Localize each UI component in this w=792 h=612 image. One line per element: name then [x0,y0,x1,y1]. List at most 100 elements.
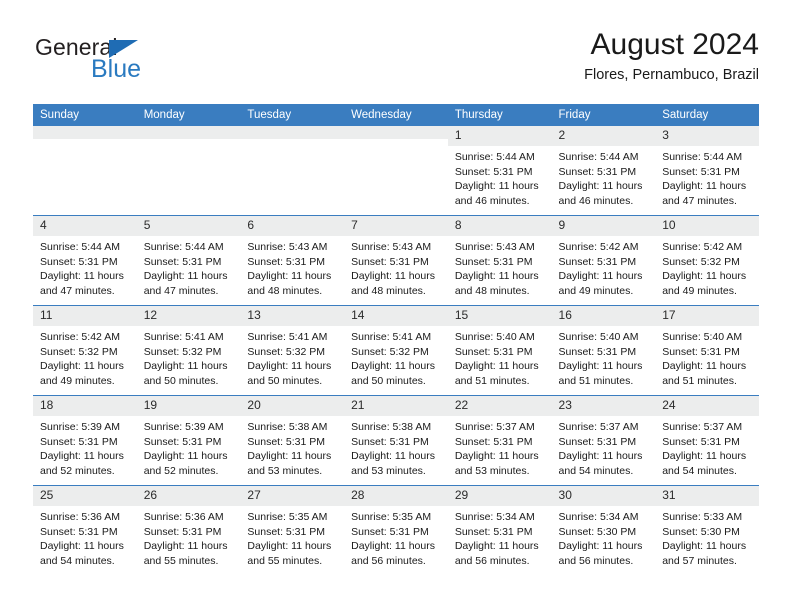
day-details: Sunrise: 5:37 AM Sunset: 5:31 PM Daylight:… [448,416,552,480]
sunrise-text: Sunrise: 5:41 AM [247,330,328,343]
day-cell[interactable]: 8 Sunrise: 5:43 AM Sunset: 5:31 PM Daylight… [447,215,552,306]
day-details: Sunrise: 5:44 AM Sunset: 5:31 PM Daylight:… [655,146,759,210]
sunrise-text: Sunrise: 5:40 AM [454,330,535,343]
general-blue-logo[interactable]: General Blue [33,32,253,92]
day-details: Sunrise: 5:33 AM Sunset: 5:30 PM Daylight:… [655,506,759,570]
day-cell[interactable]: 17 Sunrise: 5:40 AM Sunset: 5:31 PM Dayligh… [655,305,759,396]
day-cell[interactable]: 3 Sunrise: 5:44 AM Sunset: 5:31 PM Daylight… [655,126,759,216]
day-cell[interactable]: 15 Sunrise: 5:40 AM Sunset: 5:31 PM Dayligh… [447,305,552,396]
daylight-text-line1: Daylight: 11 hours [454,180,539,193]
day-details: Sunrise: 5:41 AM Sunset: 5:32 PM Daylight:… [344,326,448,390]
sunrise-text: Sunrise: 5:39 AM [40,420,120,433]
day-cell[interactable]: 23 Sunrise: 5:37 AM Sunset: 5:31 PM Dayligh… [551,395,656,486]
daylight-text-line1: Daylight: 11 hours [351,270,435,283]
sunset-text: Sunset: 5:32 PM [351,345,429,358]
daylight-text-line1: Daylight: 11 hours [247,450,332,463]
day-cell[interactable]: 20 Sunrise: 5:38 AM Sunset: 5:31 PM Dayligh… [240,395,345,486]
day-number: 14 [344,306,448,326]
day-cell[interactable]: 6 Sunrise: 5:43 AM Sunset: 5:31 PM Daylight… [240,215,345,306]
day-details: Sunrise: 5:43 AM Sunset: 5:31 PM Daylight:… [344,236,448,300]
sunset-text: Sunset: 5:32 PM [247,345,326,358]
day-cell[interactable]: 14 Sunrise: 5:41 AM Sunset: 5:32 PM Dayligh… [344,305,448,396]
daylight-text-line2: and 47 minutes. [143,285,219,298]
day-details: Sunrise: 5:44 AM Sunset: 5:31 PM Daylight:… [137,236,241,300]
sunrise-text: Sunrise: 5:41 AM [351,330,432,343]
day-details: Sunrise: 5:34 AM Sunset: 5:30 PM Daylight:… [552,506,656,570]
daylight-text-line2: and 48 minutes. [351,285,426,298]
day-cell[interactable]: 4 Sunrise: 5:44 AM Sunset: 5:31 PM Daylight… [33,215,137,306]
weekday-header-friday: Friday [551,104,656,126]
day-number: 20 [240,396,345,416]
sunrise-text: Sunrise: 5:33 AM [662,510,743,523]
day-number: 15 [447,306,552,326]
daylight-text-line2: and 55 minutes. [247,555,323,568]
calendar-table: Sunday Monday Tuesday Wednesday Thursday… [33,104,759,575]
day-number: 16 [551,306,656,326]
day-number: 27 [240,486,345,506]
day-number [240,126,345,139]
day-details: Sunrise: 5:40 AM Sunset: 5:31 PM Daylight:… [552,326,656,390]
day-cell[interactable]: 10 Sunrise: 5:42 AM Sunset: 5:32 PM Dayligh… [655,215,759,306]
day-cell[interactable]: 13 Sunrise: 5:41 AM Sunset: 5:32 PM Dayligh… [240,305,345,396]
sunset-text: Sunset: 5:31 PM [454,345,533,358]
day-cell[interactable]: 1 Sunrise: 5:44 AM Sunset: 5:31 PM Daylight… [447,126,552,216]
day-cell[interactable] [136,126,241,216]
day-number: 9 [551,216,656,236]
day-number: 30 [551,486,656,506]
day-cell[interactable]: 16 Sunrise: 5:40 AM Sunset: 5:31 PM Dayligh… [551,305,656,396]
daylight-text-line2: and 52 minutes. [143,465,219,478]
day-cell[interactable]: 19 Sunrise: 5:39 AM Sunset: 5:31 PM Dayligh… [136,395,241,486]
day-cell[interactable] [33,126,137,216]
calendar-header-row: Sunday Monday Tuesday Wednesday Thursday… [33,104,759,126]
day-cell[interactable]: 25 Sunrise: 5:36 AM Sunset: 5:31 PM Dayligh… [33,485,137,575]
sunset-text: Sunset: 5:31 PM [351,255,429,268]
day-cell[interactable]: 2 Sunrise: 5:44 AM Sunset: 5:31 PM Daylight… [551,126,656,216]
day-number: 22 [447,396,552,416]
day-details: Sunrise: 5:44 AM Sunset: 5:31 PM Daylight:… [448,146,552,210]
day-cell[interactable]: 18 Sunrise: 5:39 AM Sunset: 5:31 PM Dayligh… [33,395,137,486]
day-details: Sunrise: 5:43 AM Sunset: 5:31 PM Daylight:… [240,236,344,300]
daylight-text-line1: Daylight: 11 hours [247,270,332,283]
day-number: 17 [655,306,759,326]
sunset-text: Sunset: 5:30 PM [662,525,740,538]
daylight-text-line1: Daylight: 11 hours [351,360,435,373]
day-number: 18 [33,396,137,416]
daylight-text-line2: and 48 minutes. [247,285,323,298]
day-cell[interactable]: 27 Sunrise: 5:35 AM Sunset: 5:31 PM Dayligh… [240,485,345,575]
day-cell[interactable]: 5 Sunrise: 5:44 AM Sunset: 5:31 PM Daylight… [136,215,241,306]
day-cell[interactable] [240,126,345,216]
day-cell[interactable]: 29 Sunrise: 5:34 AM Sunset: 5:31 PM Dayligh… [447,485,552,575]
sunrise-text: Sunrise: 5:42 AM [558,240,639,253]
day-number: 21 [344,396,448,416]
day-cell[interactable]: 21 Sunrise: 5:38 AM Sunset: 5:31 PM Dayligh… [344,395,448,486]
sunrise-text: Sunrise: 5:36 AM [40,510,120,523]
sunset-text: Sunset: 5:31 PM [662,345,740,358]
sunset-text: Sunset: 5:31 PM [558,435,637,448]
daylight-text-line2: and 50 minutes. [143,375,219,388]
day-number: 12 [136,306,241,326]
day-number: 29 [447,486,552,506]
day-cell[interactable] [344,126,448,216]
day-cell[interactable]: 26 Sunrise: 5:36 AM Sunset: 5:31 PM Dayligh… [136,485,241,575]
day-cell[interactable]: 9 Sunrise: 5:42 AM Sunset: 5:31 PM Daylight… [551,215,656,306]
day-cell[interactable]: 28 Sunrise: 5:35 AM Sunset: 5:31 PM Dayligh… [344,485,448,575]
day-cell[interactable]: 22 Sunrise: 5:37 AM Sunset: 5:31 PM Dayligh… [447,395,552,486]
day-cell[interactable]: 12 Sunrise: 5:41 AM Sunset: 5:32 PM Dayligh… [136,305,241,396]
daylight-text-line1: Daylight: 11 hours [662,540,747,553]
weekday-header-wednesday: Wednesday [344,104,448,126]
sunset-text: Sunset: 5:31 PM [454,435,533,448]
day-cell[interactable]: 24 Sunrise: 5:37 AM Sunset: 5:31 PM Dayligh… [655,395,759,486]
sunrise-text: Sunrise: 5:39 AM [143,420,224,433]
day-number: 5 [136,216,241,236]
daylight-text-line1: Daylight: 11 hours [558,540,643,553]
day-cell[interactable]: 31 Sunrise: 5:33 AM Sunset: 5:30 PM Dayligh… [655,485,759,575]
weekday-header-thursday: Thursday [447,104,552,126]
sunrise-text: Sunrise: 5:44 AM [558,150,639,163]
day-cell[interactable]: 30 Sunrise: 5:34 AM Sunset: 5:30 PM Dayligh… [551,485,656,575]
day-cell[interactable]: 11 Sunrise: 5:42 AM Sunset: 5:32 PM Dayligh… [33,305,137,396]
page-subtitle: Flores, Pernambuco, Brazil [584,66,759,83]
day-cell[interactable]: 7 Sunrise: 5:43 AM Sunset: 5:31 PM Daylight… [344,215,448,306]
day-details: Sunrise: 5:44 AM Sunset: 5:31 PM Daylight:… [33,236,137,300]
sunset-text: Sunset: 5:31 PM [454,165,533,178]
daylight-text-line2: and 55 minutes. [143,555,219,568]
